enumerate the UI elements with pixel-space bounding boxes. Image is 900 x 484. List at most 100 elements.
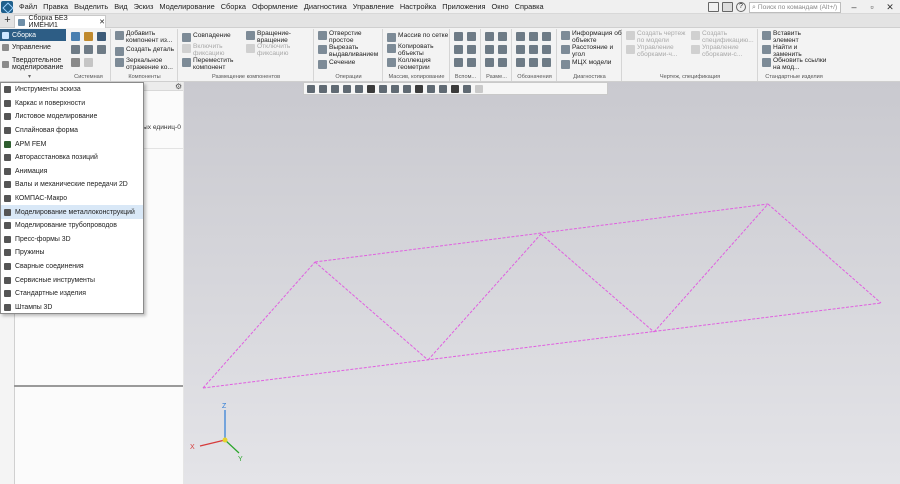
new-icon[interactable] bbox=[71, 32, 80, 41]
distance-angle-button[interactable]: Расстояние и угол bbox=[561, 44, 618, 59]
zoom-icon[interactable] bbox=[319, 84, 327, 93]
menu-item-stamps[interactable]: Штампы 3D bbox=[1, 301, 143, 315]
aux-sketch-icon[interactable] bbox=[454, 58, 463, 67]
insert-element-button[interactable]: Вставить элемент bbox=[762, 30, 817, 45]
filter-icon[interactable] bbox=[451, 84, 459, 93]
aux-curve-icon[interactable] bbox=[467, 58, 476, 67]
pan-icon[interactable] bbox=[331, 84, 339, 93]
section-view-icon[interactable] bbox=[403, 84, 411, 93]
help-icon[interactable]: ? bbox=[736, 2, 746, 12]
menu-item-sheet-metal[interactable]: Листовое моделирование bbox=[1, 110, 143, 124]
truss-member[interactable] bbox=[653, 203, 769, 333]
open-icon[interactable] bbox=[84, 32, 93, 41]
simple-hole-button[interactable]: Отверстие простое bbox=[318, 30, 371, 45]
truss-member[interactable] bbox=[202, 302, 882, 389]
base-icon[interactable] bbox=[542, 32, 551, 41]
select-icon[interactable] bbox=[427, 84, 435, 93]
radius-dim-icon[interactable] bbox=[485, 45, 494, 54]
diameter-dim-icon[interactable] bbox=[498, 45, 507, 54]
angle-dim-icon[interactable] bbox=[498, 32, 507, 41]
menu-assembly[interactable]: Сборка bbox=[218, 0, 249, 14]
menu-modeling[interactable]: Моделирование bbox=[156, 0, 217, 14]
menu-item-standard-parts[interactable]: Стандартные изделия bbox=[1, 287, 143, 301]
maximize-icon[interactable]: ▫ bbox=[863, 0, 881, 14]
disable-fix-button[interactable]: Отключить фиксацию bbox=[246, 43, 301, 58]
menu-window[interactable]: Окно bbox=[488, 0, 511, 14]
enable-fix-button[interactable]: Включить фиксацию bbox=[182, 43, 233, 58]
add-component-button[interactable]: Добавить компонент из... bbox=[115, 30, 176, 45]
object-info-button[interactable]: Информация об объекте bbox=[561, 30, 622, 45]
tree-item-text[interactable]: ых единиц-0 bbox=[143, 124, 181, 131]
cut-extrude-button[interactable]: Вырезать выдавливанием bbox=[318, 44, 383, 59]
manage-spec-assemblies-button[interactable]: Управление сборками-с... bbox=[691, 44, 754, 59]
auto-dim-icon[interactable] bbox=[485, 58, 494, 67]
leader-icon[interactable] bbox=[516, 32, 525, 41]
menu-item-macro[interactable]: КОМПАС-Макро bbox=[1, 192, 143, 206]
move-component-button[interactable]: Переместить компонент bbox=[182, 57, 237, 72]
menu-item-springs[interactable]: Пружины bbox=[1, 246, 143, 260]
mode-solid-modeling[interactable]: Твердотельное моделирование bbox=[0, 53, 66, 75]
copy-icon[interactable] bbox=[84, 45, 93, 54]
position-icon[interactable] bbox=[529, 45, 538, 54]
menu-sketch[interactable]: Эскиз bbox=[131, 0, 157, 14]
perspective-icon[interactable] bbox=[439, 84, 447, 93]
close-icon[interactable]: ✕ bbox=[881, 0, 899, 14]
create-drawing-button[interactable]: Создать чертеж по модели bbox=[626, 30, 687, 45]
tool-disabled-icon[interactable] bbox=[475, 84, 483, 93]
shading-icon[interactable] bbox=[379, 84, 387, 93]
menu-item-welds[interactable]: Сварные соединения bbox=[1, 260, 143, 274]
manage-drawing-assemblies-button[interactable]: Управление сборками-ч... bbox=[626, 44, 687, 59]
new-tab-button[interactable]: + bbox=[2, 15, 13, 27]
tolerance-icon[interactable] bbox=[516, 45, 525, 54]
create-part-button[interactable]: Создать деталь bbox=[115, 46, 174, 56]
mode-assembly[interactable]: Сборка bbox=[0, 29, 66, 41]
truss-frame[interactable] bbox=[202, 203, 882, 389]
redo-icon[interactable] bbox=[84, 58, 93, 67]
copy-objects-button[interactable]: Копировать объекты bbox=[387, 43, 440, 58]
menu-item-molds[interactable]: Пресс-формы 3D bbox=[1, 233, 143, 247]
roughness-icon[interactable] bbox=[529, 32, 538, 41]
undo-icon[interactable] bbox=[71, 58, 80, 67]
menu-view[interactable]: Вид bbox=[111, 0, 130, 14]
panel-gear-icon[interactable]: ⚙ bbox=[175, 82, 182, 91]
zoom-fit-icon[interactable] bbox=[307, 84, 315, 93]
menu-item-service-tools[interactable]: Сервисные инструменты bbox=[1, 273, 143, 287]
truss-member[interactable] bbox=[427, 233, 542, 361]
measure-icon[interactable] bbox=[415, 84, 423, 93]
label-icon[interactable] bbox=[542, 58, 551, 67]
panel-splitter[interactable] bbox=[14, 385, 183, 387]
truss-member[interactable] bbox=[202, 261, 316, 389]
menu-design[interactable]: Оформление bbox=[249, 0, 301, 14]
menu-select[interactable]: Выделить bbox=[71, 0, 111, 14]
mirror-component-button[interactable]: Зеркальное отражение ко... bbox=[115, 57, 178, 72]
menu-item-positions[interactable]: Авторасстановка позиций bbox=[1, 151, 143, 165]
menu-item-pipelines[interactable]: Моделирование трубопроводов bbox=[1, 219, 143, 233]
menu-applications[interactable]: Приложения bbox=[439, 0, 488, 14]
tab-assembly-document[interactable]: Сборка БЕЗ ИМЕНИ1 ✕ bbox=[14, 15, 106, 29]
thread-icon[interactable] bbox=[529, 58, 538, 67]
weld-mark-icon[interactable] bbox=[516, 58, 525, 67]
layout-icon[interactable] bbox=[708, 2, 719, 12]
menu-file[interactable]: Файл bbox=[16, 0, 40, 14]
paste-icon[interactable] bbox=[97, 45, 106, 54]
menu-settings[interactable]: Настройка bbox=[397, 0, 439, 14]
aux-axis-icon[interactable] bbox=[467, 32, 476, 41]
menu-help[interactable]: Справка bbox=[512, 0, 547, 14]
app-logo-icon[interactable] bbox=[1, 1, 13, 13]
menu-diagnostics[interactable]: Диагностика bbox=[301, 0, 350, 14]
geometry-collection-button[interactable]: Коллекция геометрии bbox=[387, 57, 440, 72]
snap-icon[interactable] bbox=[463, 84, 471, 93]
grid-array-button[interactable]: Массив по сетке bbox=[387, 32, 448, 42]
tab-close-icon[interactable]: ✕ bbox=[99, 18, 105, 26]
mode-expand-icon[interactable]: ▾ bbox=[28, 73, 31, 80]
visibility-icon[interactable] bbox=[391, 84, 399, 93]
menu-item-spline[interactable]: Сплайновая форма bbox=[1, 124, 143, 138]
chain-dim-icon[interactable] bbox=[498, 58, 507, 67]
menu-edit[interactable]: Правка bbox=[40, 0, 71, 14]
save-icon[interactable] bbox=[97, 32, 106, 41]
update-links-button[interactable]: Обновить ссылки на мод... bbox=[762, 57, 829, 72]
truss-member[interactable] bbox=[540, 233, 655, 333]
aux-plane-icon[interactable] bbox=[454, 32, 463, 41]
print-icon[interactable] bbox=[71, 45, 80, 54]
command-search-input[interactable]: ⌕ Поиск по командам (Alt+/) bbox=[749, 2, 841, 13]
